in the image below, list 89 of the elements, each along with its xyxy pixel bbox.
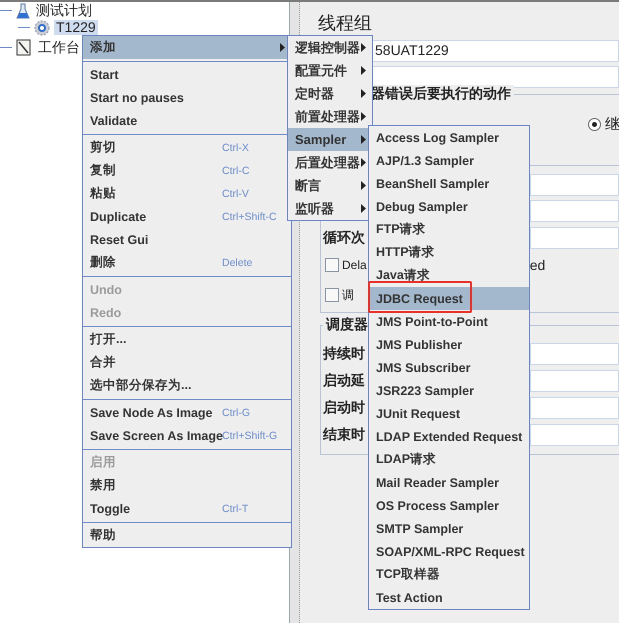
input-field[interactable]	[530, 174, 619, 196]
menu-item[interactable]: JSR223 Sampler	[369, 379, 529, 402]
checkbox[interactable]	[325, 258, 339, 272]
gear-icon	[34, 20, 50, 36]
shortcut-label: Ctrl-G	[222, 406, 250, 418]
input-field[interactable]	[530, 396, 619, 418]
menu-item[interactable]: 帮助	[83, 524, 291, 547]
menu-item[interactable]: SMTP Sampler	[369, 517, 529, 540]
shortcut-label: Ctrl+Shift-G	[222, 430, 278, 442]
comment-field[interactable]	[370, 66, 619, 88]
menu-item[interactable]: 后置处理器	[288, 151, 372, 174]
name-field[interactable]: 58UAT1229	[370, 40, 619, 62]
group-title: 调度器	[323, 316, 371, 334]
field-label: 结束时	[322, 426, 366, 444]
input-field[interactable]	[530, 342, 619, 364]
shortcut-label: Ctrl-C	[222, 164, 250, 176]
field-label: 持续时	[322, 344, 366, 362]
radio-button[interactable]	[588, 118, 601, 131]
tree-item[interactable]: T1229	[54, 20, 98, 35]
tree-item[interactable]: 测试计划	[34, 3, 94, 18]
menu-item[interactable]: 选中部分保存为...	[83, 374, 291, 397]
menu-item[interactable]: Toggle Ctrl-T	[83, 497, 291, 520]
checkbox-label: 调	[342, 286, 354, 304]
menu-item[interactable]: JDBC Request	[369, 287, 529, 310]
menu-item[interactable]: 打开...	[83, 328, 291, 351]
panel-title: 线程组	[318, 12, 373, 35]
menu-item[interactable]: 断言	[288, 174, 372, 197]
menu-item[interactable]: 监听器	[288, 197, 372, 220]
menu-item[interactable]: 删除 Delete	[83, 251, 291, 274]
menu-item[interactable]: Test Action	[369, 586, 529, 609]
menu-item[interactable]: JUnit Request	[369, 402, 529, 425]
submenu-arrow-icon	[361, 204, 366, 213]
menu-item[interactable]: 粘贴 Ctrl-V	[83, 182, 291, 205]
submenu-arrow-icon	[361, 135, 366, 144]
menu-item[interactable]: SOAP/XML-RPC Request	[369, 540, 529, 563]
submenu-arrow-icon	[280, 43, 285, 52]
menu-item[interactable]: 复制 Ctrl-C	[83, 159, 291, 182]
menu-item[interactable]: 剪切 Ctrl-X	[83, 136, 291, 159]
menu-item[interactable]: Java请求	[369, 264, 529, 287]
menu-item[interactable]: 逻辑控制器	[288, 36, 372, 59]
input-field[interactable]	[530, 200, 619, 222]
submenu-arrow-icon	[361, 181, 366, 190]
input-field[interactable]	[530, 227, 619, 249]
shortcut-label: Ctrl+Shift-C	[222, 210, 277, 222]
menu-item[interactable]: Access Log Sampler	[369, 126, 529, 149]
menu-item[interactable]: FTP请求	[369, 218, 529, 241]
menu-item[interactable]: 禁用	[83, 474, 291, 497]
checkbox[interactable]	[325, 288, 339, 302]
menu-item[interactable]: AJP/1.3 Sampler	[369, 149, 529, 172]
menu-item[interactable]: Start no pauses	[83, 86, 291, 109]
menu-item[interactable]: Debug Sampler	[369, 195, 529, 218]
menu-item[interactable]: Save Node As Image Ctrl-G	[83, 401, 291, 424]
shortcut-label: Ctrl-T	[222, 502, 248, 514]
input-field[interactable]	[530, 370, 619, 392]
menu-item[interactable]: OS Process Sampler	[369, 494, 529, 517]
checkbox-label: Dela	[342, 258, 367, 272]
submenu-arrow-icon	[361, 158, 366, 167]
field-label: 启动时	[322, 398, 366, 416]
shortcut-label: Ctrl-X	[222, 142, 249, 154]
menu-item[interactable]: JMS Publisher	[369, 333, 529, 356]
menu-item[interactable]: Duplicate Ctrl+Shift-C	[83, 205, 291, 228]
menu-item[interactable]: TCP取样器	[369, 563, 529, 586]
submenu-arrow-icon	[361, 66, 366, 75]
menu-item[interactable]: LDAP请求	[369, 448, 529, 471]
menu-item[interactable]: Validate	[83, 109, 291, 132]
menu-item[interactable]: Save Screen As ImageCtrl+Shift-G	[83, 424, 291, 447]
submenu-arrow-icon	[361, 89, 366, 98]
field-label: 循环次	[322, 229, 366, 247]
checkbox-label: ed	[530, 257, 546, 273]
submenu-arrow-icon	[361, 43, 366, 52]
shortcut-label: Delete	[222, 256, 252, 268]
shortcut-label: Ctrl-V	[222, 188, 249, 200]
menu-item[interactable]: LDAP Extended Request	[369, 425, 529, 448]
menu-item[interactable]: Reset Gui	[83, 228, 291, 251]
tree-item[interactable]: 工作台	[36, 40, 82, 55]
menu-item[interactable]: HTTP请求	[369, 241, 529, 264]
field-label: 启动延	[322, 372, 366, 390]
notepad-icon	[16, 39, 32, 56]
menu-item[interactable]: 合并	[83, 351, 291, 374]
flask-icon	[16, 2, 30, 18]
submenu-arrow-icon	[361, 112, 366, 121]
menu-item[interactable]: JMS Subscriber	[369, 356, 529, 379]
menu-item[interactable]: Start	[83, 63, 291, 86]
menu-item[interactable]: 前置处理器	[288, 105, 372, 128]
menu-item[interactable]: Mail Reader Sampler	[369, 471, 529, 494]
menu-item[interactable]: BeanShell Sampler	[369, 172, 529, 195]
menu-item[interactable]: 配置元件	[288, 59, 372, 82]
menu-item[interactable]: JMS Point-to-Point	[369, 310, 529, 333]
input-field[interactable]	[530, 424, 619, 446]
